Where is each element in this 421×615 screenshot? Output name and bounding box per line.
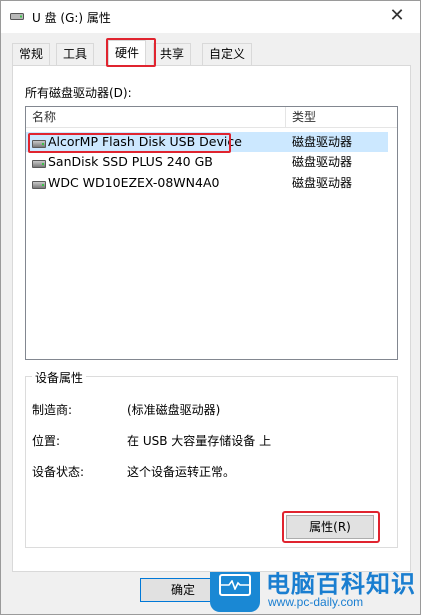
close-icon: ✕	[389, 5, 405, 26]
properties-button[interactable]: 属性(R)	[286, 515, 374, 539]
drive-name: SanDisk SSD PLUS 240 GB	[48, 154, 213, 169]
manufacturer-label: 制造商:	[32, 403, 73, 417]
list-header: 名称 类型	[26, 107, 397, 128]
usb-drive-icon	[10, 13, 24, 20]
hardware-panel: 所有磁盘驱动器(D): 名称 类型 AlcorMP Flash Disk USB…	[12, 65, 411, 572]
drive-type: 磁盘驱动器	[292, 176, 353, 190]
row-annotation-box	[28, 133, 231, 153]
list-item[interactable]: SanDisk SSD PLUS 240 GB 磁盘驱动器	[26, 152, 388, 172]
tab-general[interactable]: 常规	[12, 43, 51, 65]
pulse-icon	[221, 580, 249, 590]
manufacturer-value: (标准磁盘驱动器)	[127, 403, 221, 417]
column-header-name[interactable]: 名称	[26, 107, 286, 127]
title-bar[interactable]: U 盘 (G:) 属性 ✕	[1, 1, 420, 33]
drives-label: 所有磁盘驱动器(D):	[25, 86, 132, 100]
status-label: 设备状态:	[32, 465, 85, 479]
drive-name: WDC WD10EZEX-08WN4A0	[48, 175, 220, 190]
status-value: 这个设备运转正常。	[127, 465, 236, 479]
drives-list[interactable]: 名称 类型 AlcorMP Flash Disk USB Device 磁盘驱动…	[25, 106, 398, 360]
list-item[interactable]: WDC WD10EZEX-08WN4A0 磁盘驱动器	[26, 173, 388, 193]
properties-window: U 盘 (G:) 属性 ✕ 常规 工具 硬件 共享 自定义 所有磁盘驱动器(D)…	[0, 0, 421, 615]
window-title: U 盘 (G:) 属性	[32, 11, 111, 25]
drive-type: 磁盘驱动器	[292, 155, 353, 169]
drive-type: 磁盘驱动器	[292, 135, 353, 149]
column-header-type[interactable]: 类型	[286, 107, 392, 127]
location-label: 位置:	[32, 434, 61, 448]
tab-annotation-box	[106, 38, 156, 67]
tab-customize[interactable]: 自定义	[202, 43, 253, 65]
tab-sharing[interactable]: 共享	[153, 43, 192, 65]
device-properties-group: 设备属性 制造商: (标准磁盘驱动器) 位置: 在 USB 大容量存储设备 上 …	[25, 369, 398, 548]
list-item[interactable]: AlcorMP Flash Disk USB Device 磁盘驱动器	[26, 132, 388, 153]
group-title: 设备属性	[32, 369, 87, 386]
drive-icon	[32, 160, 46, 168]
drive-icon	[32, 181, 46, 189]
tab-tools[interactable]: 工具	[56, 43, 95, 65]
location-value: 在 USB 大容量存储设备 上	[127, 434, 272, 448]
watermark-url: www.pc-daily.com	[268, 595, 364, 609]
close-button[interactable]: ✕	[374, 1, 420, 33]
